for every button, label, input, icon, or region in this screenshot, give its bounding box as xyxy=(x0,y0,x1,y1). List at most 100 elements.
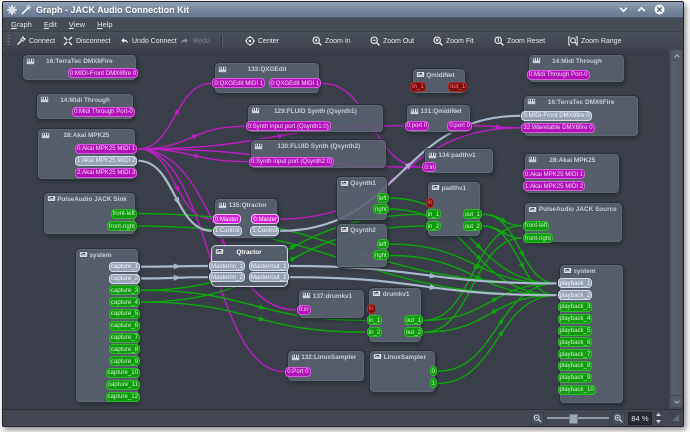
node-fluid1[interactable]: 129:FLUID Synth (Qsynth1) 0:Synth input p… xyxy=(245,103,384,134)
zoom-out-slider-button[interactable] xyxy=(531,411,545,425)
menu-view[interactable]: View xyxy=(63,18,91,31)
port-out-2_Akai_MPK25_MIDI_3[interactable]: 2:Akai MPK25 MIDI 3 xyxy=(75,167,138,178)
node-qtractor-jack[interactable]: Qtractor Master/in_1 Master/out_1 Master/in… xyxy=(209,244,289,287)
node-qtractor-alsa[interactable]: 135:Qtractor 0:Master 0:Master 1:Control 1:C… xyxy=(212,198,280,240)
zoom-spin-up[interactable] xyxy=(654,411,662,418)
scrollbar-thumb[interactable] xyxy=(670,60,683,396)
port-out-capture_7[interactable]: capture_7 xyxy=(108,332,140,343)
node-system-l[interactable]: system capture_1 capture_2 capture_3 capture… xyxy=(75,247,140,403)
port-out-front-right[interactable]: front-right xyxy=(106,221,137,232)
port-out-capture_5[interactable]: capture_5 xyxy=(108,308,140,319)
port-in-0_Synth_input_port_Qsynth1_0_[interactable]: 0:Synth input port (Qsynth1:0) xyxy=(245,121,331,132)
center-button[interactable]: Center xyxy=(242,34,282,48)
scroll-down-button[interactable] xyxy=(670,395,683,408)
port-out-0_port_0[interactable]: 0:port 0 xyxy=(447,120,472,131)
title-bar[interactable]: Graph - JACK Audio Connection Kit xyxy=(3,2,683,18)
port-out-capture_12[interactable]: capture_12 xyxy=(105,391,140,402)
port-in-0_in[interactable]: 0:in xyxy=(422,162,437,173)
port-out-1_Control[interactable]: 1:Control xyxy=(250,225,280,236)
edge-akai-l-to-fluid1[interactable] xyxy=(138,125,245,150)
port-out-out_2[interactable]: out_2 xyxy=(403,327,423,338)
port-in-playback_7[interactable]: playback_7 xyxy=(557,349,593,360)
port-out-0_QXGEdit_MIDI_1[interactable]: 0:QXGEdit MIDI 1 xyxy=(268,78,322,89)
port-in-in_2[interactable]: in_2 xyxy=(366,327,383,338)
port-out-out_1[interactable]: out_1 xyxy=(448,81,468,92)
port-in-in_1[interactable]: in_1 xyxy=(425,209,442,220)
graph-canvas[interactable]: 16:TerraTec DMX6Fire 0:MIDI-Front DMX6fir… xyxy=(5,49,669,410)
node-padthv1-alsa[interactable]: 134:padthv1 0:in xyxy=(422,148,494,174)
zoom-spin-down[interactable] xyxy=(654,418,662,425)
port-in-Master_in_2[interactable]: Master/in_2 xyxy=(209,272,245,283)
port-in-0_in[interactable]: 0:in xyxy=(296,304,311,315)
port-out-0_Midi_Through_Port-0[interactable]: 0:Midi Through Port-0 xyxy=(71,106,135,117)
port-in-0_Master[interactable]: 0:Master xyxy=(212,214,241,224)
port-out-front-left[interactable]: front-left xyxy=(110,208,137,219)
window-menu-icon[interactable] xyxy=(7,4,17,15)
node-qmidinet-jack[interactable]: QmidiNet in_1 out_1 xyxy=(410,67,468,95)
zoom-slider[interactable] xyxy=(547,412,610,424)
port-in-playback_2[interactable]: playback_2 xyxy=(557,290,593,301)
port-in-in_2[interactable]: in_2 xyxy=(425,221,442,232)
port-out-1[interactable]: 1 xyxy=(429,378,437,389)
port-in-0_Synth_input_port_Qsynth2_0_[interactable]: 0:Synth input port (Qsynth2:0) xyxy=(248,156,335,167)
node-akai-r[interactable]: 28:Akai MPK25 0:Akai MPK25 MIDI 1 1:Akai M… xyxy=(522,152,621,195)
port-out-right[interactable]: right xyxy=(372,250,389,261)
menu-edit[interactable]: Edit xyxy=(38,18,63,31)
node-system-r[interactable]: system playback_1 playback_2 playback_3 play… xyxy=(557,263,624,404)
port-out-left[interactable]: left xyxy=(376,239,389,250)
edge-akai-l-to-qtractor-alsa[interactable] xyxy=(138,148,212,220)
port-in-in_1[interactable]: in_1 xyxy=(366,315,383,326)
node-drumkv1-jack[interactable]: drumkv1 in in_1 out_1 in_2 out_2 xyxy=(366,286,423,343)
redo-button[interactable]: Redo xyxy=(177,34,213,48)
node-terratec-r[interactable]: 16:TerraTec DMX6Fire 0:MIDI-Front DMX6fir… xyxy=(521,94,640,137)
port-out-capture_3[interactable]: capture_3 xyxy=(108,285,140,296)
menu-help[interactable]: Help xyxy=(91,18,118,31)
port-out-right[interactable]: right xyxy=(372,204,389,214)
node-midithrough-l[interactable]: 14:Midi Through 0:Midi Through Port-0 xyxy=(36,92,135,121)
port-out-capture_1[interactable]: capture_1 xyxy=(108,261,140,272)
port-out-capture_6[interactable]: capture_6 xyxy=(108,320,140,331)
port-out-capture_8[interactable]: capture_8 xyxy=(108,344,140,355)
port-out-capture_10[interactable]: capture_10 xyxy=(105,367,140,378)
disconnect-button[interactable]: Disconnect xyxy=(60,34,114,48)
port-in-playback_5[interactable]: playback_5 xyxy=(557,325,593,336)
port-in-playback_8[interactable]: playback_8 xyxy=(557,360,593,371)
zoom-percentage[interactable]: 84 % xyxy=(628,411,652,425)
port-in-32_Wavetable_DMX6fire_0[interactable]: 32:Wavetable DMX6fire 0 xyxy=(521,122,595,133)
port-in-0_port_0[interactable]: 0:port 0 xyxy=(404,120,430,131)
zoom-reset-button[interactable]: Zoom Reset xyxy=(491,34,548,48)
edge-qsynth2-to-system-r[interactable] xyxy=(389,243,557,285)
edge-lsampler-jack-to-system-r[interactable] xyxy=(437,294,557,385)
port-in-0_QXGEdit_MIDI_1[interactable]: 0:QXGEdit MIDI 1 xyxy=(212,78,266,89)
port-in-playback_10[interactable]: playback_10 xyxy=(557,384,596,395)
undo-connect-button[interactable]: Undo Connect xyxy=(116,34,180,48)
close-button[interactable] xyxy=(654,4,665,15)
zoom-in-slider-button[interactable] xyxy=(612,411,626,425)
port-in-in[interactable]: in xyxy=(425,197,435,208)
node-pa-sink[interactable]: PulseAudio JACK Sink front-left front-righ… xyxy=(42,191,137,235)
port-in-0_MIDI-Front_DMX6fire_0[interactable]: 0:MIDI-Front DMX6fire 0 xyxy=(521,110,592,121)
zoom-fit-button[interactable]: Zoom Fit xyxy=(430,34,477,48)
node-qmidinet-alsa[interactable]: 131:QmidiNet 0:port 0 0:port 0 xyxy=(404,104,472,134)
port-out-capture_2[interactable]: capture_2 xyxy=(108,273,140,284)
port-out-out_2[interactable]: out_2 xyxy=(462,221,482,232)
port-in-playback_1[interactable]: playback_1 xyxy=(557,278,593,289)
port-in-front-left[interactable]: front-left xyxy=(522,220,550,231)
node-drumkv1-alsa[interactable]: 137:drumkv1 0:in xyxy=(296,288,365,320)
port-out-0_Master[interactable]: 0:Master xyxy=(251,214,280,224)
edge-akai-l-to-qtractor-alsa[interactable] xyxy=(138,159,212,232)
port-out-0_Akai_MPK25_MIDI_1[interactable]: 0:Akai MPK25 MIDI 1 xyxy=(75,143,138,154)
node-terratec-l[interactable]: 16:TerraTec DMX6Fire 0:MIDI-Front DMX6fir… xyxy=(21,54,139,81)
node-midithrough-r[interactable]: 14:Midi Through 0:Midi Through Port-0 xyxy=(526,53,626,84)
port-in-0_Midi_Through_Port-0[interactable]: 0:Midi Through Port-0 xyxy=(526,69,590,80)
port-in-in_1[interactable]: in_1 xyxy=(410,81,426,92)
port-out-out_1[interactable]: out_1 xyxy=(403,315,423,326)
node-pa-source[interactable]: PulseAudio JACK Source front-left front-ri… xyxy=(522,202,624,244)
port-in-playback_6[interactable]: playback_6 xyxy=(557,337,593,348)
node-qsynth2[interactable]: Qsynth2 left right xyxy=(335,222,389,268)
port-out-capture_11[interactable]: capture_11 xyxy=(105,379,140,390)
node-qsynth1[interactable]: Qsynth1 left right xyxy=(335,176,389,221)
vertical-scrollbar[interactable] xyxy=(668,49,683,410)
port-out-capture_4[interactable]: capture_4 xyxy=(108,297,140,308)
port-in-Master_in_1[interactable]: Master/in_1 xyxy=(209,261,245,271)
